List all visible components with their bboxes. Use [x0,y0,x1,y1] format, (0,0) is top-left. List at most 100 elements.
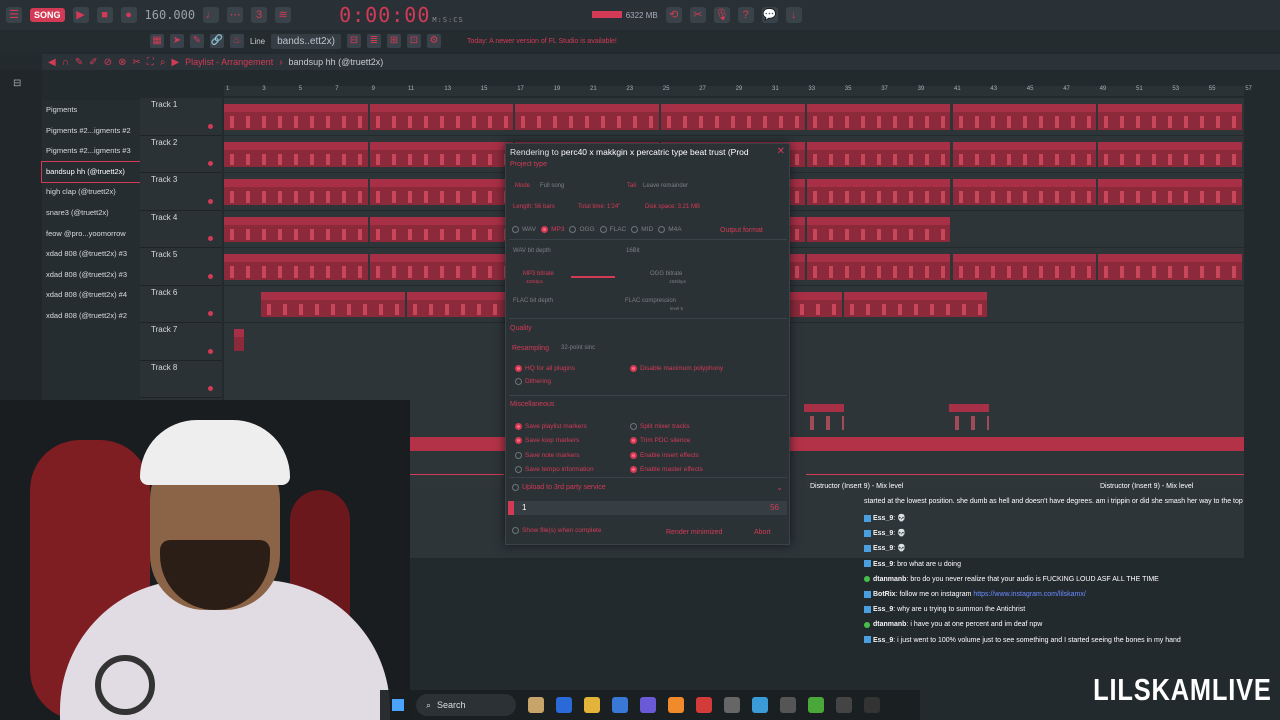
fl-studio-icon[interactable] [668,697,684,713]
time-display[interactable]: 0:00:00 M:S:CS [339,3,464,27]
bpm-display[interactable]: 160.000 [145,8,196,22]
picker-item[interactable]: Pigments [42,100,140,121]
track-enable-dot[interactable] [208,198,213,204]
pattern-clip[interactable]: snare3 (@truett2x) [806,216,951,242]
chat-username[interactable]: Ess_9 [873,637,893,644]
picker-item[interactable]: feow @pro...yoomorrow [42,224,140,245]
picker-item[interactable]: Pigments #2...igments #3 [42,141,140,162]
audio-clip[interactable]: sl...ns [949,404,989,432]
pattern-clip[interactable]: xdad 808 (@truett2x) [843,291,988,317]
dithering-option[interactable]: Dithering [515,378,551,385]
misc-option[interactable]: Enable insert effects [630,448,703,463]
app-icon[interactable] [808,697,824,713]
track-header[interactable]: Track 3 [140,173,222,211]
telegram-icon[interactable] [752,697,768,713]
pattern-clip[interactable]: Pigments [369,104,514,130]
chrome-icon[interactable] [556,697,572,713]
picker-item[interactable]: xdad 808 (@truett2x) #3 [42,244,140,265]
menu-icon[interactable]: ☰ [6,7,22,23]
misc-option[interactable]: Save loop markers [515,434,594,449]
pattern-clip[interactable]: high clap (@truett2x) [806,179,951,205]
audio-clip[interactable]: Sto..ting [804,404,844,432]
playlist-pattern[interactable]: bandsup hh (@truett2x) [289,57,384,67]
misc-option[interactable]: Enable master effects [630,463,703,478]
help-icon[interactable]: ? [737,7,754,23]
pattern-clip[interactable]: bandsup hh (@truett2x) [369,141,514,167]
track-header[interactable]: Track 8 [140,360,222,398]
link-icon[interactable]: 🔗 [210,34,224,48]
track-header[interactable]: Track 5 [140,248,222,286]
brave-icon[interactable] [696,697,712,713]
snap-label[interactable]: Line [250,37,265,46]
mix-level-automation[interactable]: Distructor (Insert 9) - Mix level [806,474,1096,490]
pattern-clip[interactable]: bandsup hh (@truett2x) [224,141,368,167]
update-notice[interactable]: Today: A newer version of FL Studio is a… [467,37,617,46]
format-option-flac[interactable]: FLAC [599,226,626,233]
pattern-clip[interactable]: Pigments [1098,104,1242,130]
misc-option[interactable]: Split mixer tracks [630,419,703,434]
chat-username[interactable]: Ess_9 [873,561,893,568]
pattern-clip[interactable]: feow @prodbyoomorrow [952,254,1097,280]
tempo-tap-icon[interactable]: ⟲ [665,7,682,23]
pattern-clip[interactable]: Pigments [224,104,368,130]
cut-icon[interactable]: ✂ [689,7,706,23]
pattern-clip[interactable]: Pigments [661,104,805,130]
pattern-clip[interactable]: snare3 (@truett2x) [369,216,514,242]
chat-username[interactable]: Ess_9 [873,530,893,537]
chat-username[interactable]: Ess_9 [873,515,893,522]
download-icon[interactable]: ↓ [785,7,802,23]
chat-username[interactable]: dtanmanb [873,576,906,583]
misc-option[interactable]: Save playlist markers [515,419,594,434]
channel-rack-icon[interactable]: ⊞ [386,34,401,48]
hq-plugins-option[interactable]: HQ for all plugins [515,365,575,372]
pencil-icon[interactable]: ✎ [190,34,204,48]
format-option-m4a[interactable]: M4A [658,226,682,233]
track-enable-dot[interactable] [208,161,213,166]
taskbar-search[interactable]: ⌕ Search [416,694,516,716]
track-lane[interactable]: Pigments Pigments Pigments Pigments Pigments… [224,98,1244,136]
picker-item[interactable]: xdad 808 (@truett2x) #2 [42,306,140,327]
microphone-icon[interactable]: 🎙 [713,7,730,23]
pattern-clip[interactable]: bandsup hh (@truett2x) [806,141,951,167]
show-files-option[interactable]: Show file(s) when complete [512,527,601,534]
app-icon[interactable] [780,697,796,713]
pattern-clip[interactable]: high clap (@truett2x) [1098,179,1242,205]
chat-username[interactable]: BotRix [873,591,896,598]
store-icon[interactable] [612,697,628,713]
app-icon[interactable] [864,697,880,713]
arrow-left-icon[interactable]: ◀ [48,57,56,68]
pattern-clip[interactable]: xdad 808 (@truett2x) [261,291,405,317]
pattern-clip[interactable] [234,329,244,351]
pattern-clip[interactable]: Pigments [515,104,660,130]
format-option-mid[interactable]: MID [631,226,653,233]
format-option-ogg[interactable]: OGG [569,226,595,233]
picker-item[interactable]: snare3 (@truett2x) [42,203,140,224]
wav-bit-depth-value[interactable]: 16Bit [626,248,640,254]
upload-option[interactable]: Upload to 3rd party service [512,484,606,491]
track-header[interactable]: Track 1 [140,98,222,136]
app-icon[interactable] [528,697,544,713]
metronome-icon[interactable]: ♩ [203,7,220,23]
track-enable-dot[interactable] [208,123,213,129]
disable-max-polyphony-option[interactable]: Disable maximum polyphony [630,365,723,372]
delete-tool-icon[interactable]: ⊘ [104,57,112,68]
brush-tool-icon[interactable]: ✐ [89,57,97,68]
track-enable-dot[interactable] [208,311,213,316]
magnet-icon[interactable]: ∩ [62,57,69,68]
pattern-clip[interactable]: snare3 (@truett2x) [224,216,368,242]
pattern-clip[interactable]: bandsup hh (@truett2x) [1098,141,1242,167]
browser-icon[interactable]: ⊡ [406,34,421,48]
pattern-selector[interactable]: bands..ett2x) [271,33,341,49]
folder-icon[interactable] [584,697,600,713]
pattern-clip[interactable]: feow @prodbyoomorrow [806,254,951,280]
browser-icon[interactable]: ⊟ [13,78,21,89]
wait-icon[interactable]: ⋯ [227,7,244,23]
picker-item[interactable]: Pigments #2...igments #2 [42,121,140,142]
pattern-clip[interactable]: feow @prodbyoomorrow [1098,254,1242,280]
pattern-clip[interactable]: high clap (@truett2x) [952,179,1097,205]
close-icon[interactable]: ✕ [777,146,785,157]
slice-tool-icon[interactable]: ✂ [132,57,140,68]
mix-level-automation[interactable]: Distructor (Insert 9) - Mix level [1096,474,1244,490]
track-header[interactable]: Track 4 [140,210,222,248]
pattern-clip[interactable]: feow @prodbyoomorrow [224,254,368,280]
